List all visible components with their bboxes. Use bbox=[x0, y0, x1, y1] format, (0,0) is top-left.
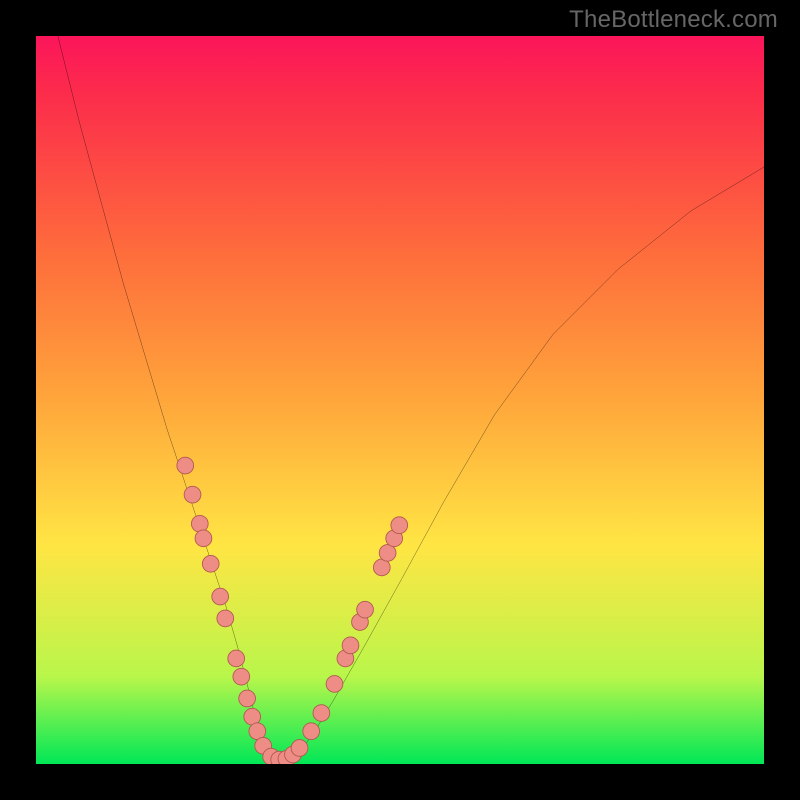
data-point bbox=[195, 530, 212, 547]
data-point bbox=[342, 637, 359, 654]
curve-layer bbox=[36, 36, 764, 764]
data-points bbox=[177, 457, 408, 764]
data-point bbox=[326, 676, 343, 693]
data-point bbox=[313, 705, 330, 722]
data-point bbox=[212, 588, 229, 605]
data-point bbox=[191, 515, 208, 532]
data-point bbox=[357, 601, 374, 618]
watermark-text: TheBottleneck.com bbox=[569, 6, 778, 34]
data-point bbox=[233, 668, 250, 685]
data-point bbox=[391, 517, 408, 534]
data-point bbox=[239, 690, 256, 707]
data-point bbox=[228, 650, 245, 667]
chart-frame: TheBottleneck.com bbox=[0, 0, 800, 800]
plot-area bbox=[36, 36, 764, 764]
data-point bbox=[303, 723, 320, 740]
data-point bbox=[177, 457, 194, 474]
data-point bbox=[291, 740, 308, 757]
bottleneck-curve bbox=[58, 36, 764, 760]
data-point bbox=[184, 486, 201, 503]
data-point bbox=[217, 610, 234, 627]
data-point bbox=[202, 555, 219, 572]
